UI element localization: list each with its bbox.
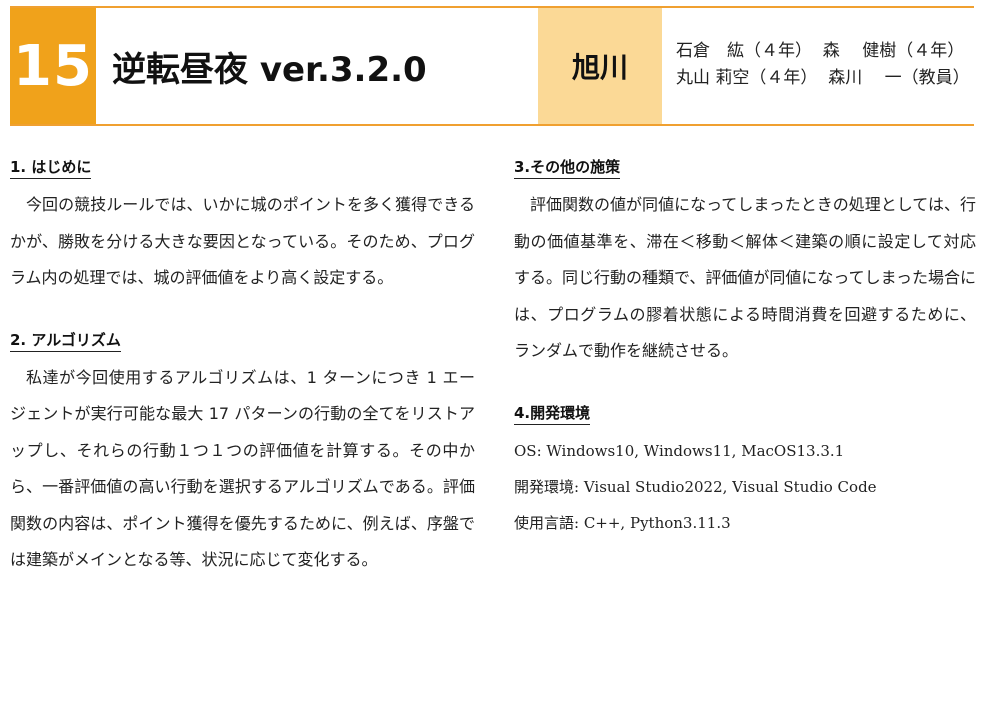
env-os: OS: Windows10, Windows11, MacOS13.3.1	[514, 441, 845, 460]
section-intro: 1. はじめに 今回の競技ルールでは、いかに城のポイントを多く獲得できるかが、勝…	[10, 156, 475, 297]
header: 15 逆転昼夜 ver.3.2.0 旭川 石倉 紘（４年） 森 健樹（４年） 丸山…	[10, 6, 974, 126]
env-language: 使用言語: C++, Python3.11.3	[514, 513, 731, 532]
member-line-2: 丸山 莉空（４年） 森川 一（教員）	[676, 68, 970, 88]
section-title-environment: 4.開発環境	[514, 402, 591, 425]
section-title-algorithm: 2. アルゴリズム	[10, 329, 121, 352]
section-algorithm: 2. アルゴリズム 私達が今回使用するアルゴリズムは、1 ターンにつき 1 エー…	[10, 329, 475, 579]
section-title-intro: 1. はじめに	[10, 156, 92, 179]
env-ide: 開発環境: Visual Studio2022, Visual Studio C…	[514, 477, 877, 496]
left-column: 1. はじめに 今回の競技ルールでは、いかに城のポイントを多く獲得できるかが、勝…	[10, 156, 475, 579]
member-line-1: 石倉 紘（４年） 森 健樹（４年）	[676, 41, 965, 61]
section-body-algorithm: 私達が今回使用するアルゴリズムは、1 ターンにつき 1 エージェントが実行可能な…	[10, 367, 475, 570]
team-title: 逆転昼夜 ver.3.2.0	[112, 49, 427, 90]
member-list: 石倉 紘（４年） 森 健樹（４年） 丸山 莉空（４年） 森川 一（教員）	[676, 38, 970, 92]
section-body-intro: 今回の競技ルールでは、いかに城のポイントを多く獲得できるかが、勝敗を分ける大きな…	[10, 195, 475, 287]
section-body-other: 評価関数の値が同値になってしまったときの処理としては、行動の価値基準を、滞在＜移…	[514, 195, 976, 360]
section-environment: 4.開発環境 OS: Windows10, Windows11, MacOS13…	[514, 402, 976, 541]
school-name: 旭川	[538, 8, 662, 124]
right-column: 3.その他の施策 評価関数の値が同値になってしまったときの処理としては、行動の価…	[514, 156, 976, 541]
section-title-other: 3.その他の施策	[514, 156, 621, 179]
team-number: 15	[10, 8, 96, 124]
section-other: 3.その他の施策 評価関数の値が同値になってしまったときの処理としては、行動の価…	[514, 156, 976, 370]
